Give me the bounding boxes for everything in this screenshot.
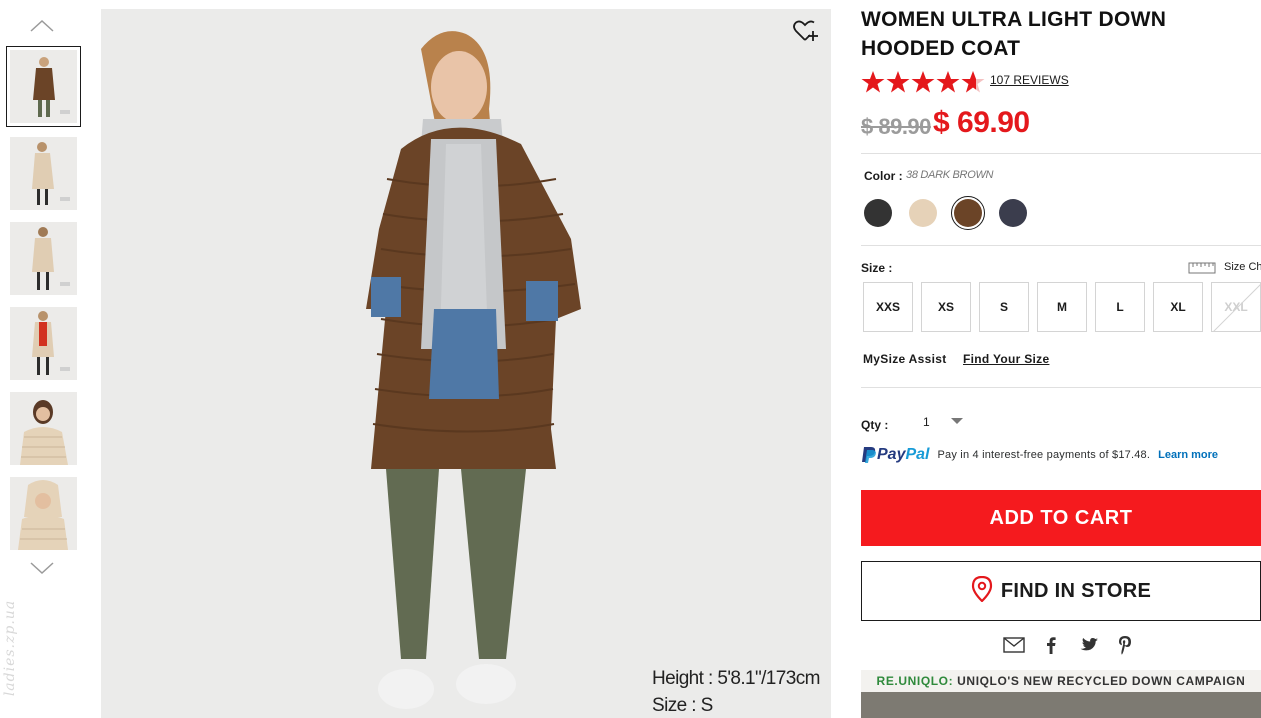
chevron-down-icon[interactable] bbox=[27, 558, 57, 578]
thumbnail-gallery: ladies.zp.ua bbox=[0, 0, 90, 718]
half-star-icon bbox=[961, 71, 985, 93]
find-in-store-button[interactable]: FIND IN STORE bbox=[861, 561, 1261, 621]
campaign-brand: RE.UNIQLO: bbox=[876, 674, 954, 688]
size-option-s[interactable]: S bbox=[979, 282, 1029, 332]
model-height: Height : 5'8.1"/173cm bbox=[652, 668, 820, 689]
find-in-store-label: FIND IN STORE bbox=[1000, 579, 1152, 602]
color-swatch-dark-brown[interactable] bbox=[951, 196, 985, 230]
watermark-text: ladies.zp.ua bbox=[2, 599, 19, 697]
divider bbox=[861, 153, 1261, 154]
size-chart-label: Size Chart bbox=[1224, 261, 1261, 273]
size-option-xxl[interactable]: XXL bbox=[1211, 282, 1261, 332]
campaign-title: RE.UNIQLO: UNIQLO'S NEW RECYCLED DOWN CA… bbox=[861, 674, 1261, 688]
product-details-panel: WOMEN ULTRA LIGHT DOWN HOODED COAT 107 R… bbox=[861, 0, 1261, 718]
reviews-link[interactable]: 107 REVIEWS bbox=[990, 73, 1069, 87]
ruler-icon bbox=[1188, 262, 1216, 274]
thumbnail-2[interactable] bbox=[10, 137, 77, 210]
star-icon bbox=[886, 71, 910, 93]
paypal-logo-pal: Pal bbox=[905, 446, 930, 463]
paypal-text: Pay in 4 interest-free payments of $17.4… bbox=[937, 449, 1151, 461]
qty-label: Qty : bbox=[861, 418, 889, 432]
paypal-learn-more-link[interactable]: Learn more bbox=[1158, 449, 1218, 461]
color-label: Color : bbox=[864, 169, 903, 183]
thumbnail-1[interactable] bbox=[6, 46, 81, 127]
facebook-icon[interactable] bbox=[1039, 634, 1063, 656]
campaign-image bbox=[861, 692, 1261, 718]
thumbnail-5[interactable] bbox=[10, 392, 77, 465]
paypal-icon bbox=[862, 447, 876, 463]
chevron-down-icon bbox=[951, 418, 963, 424]
color-swatch-beige[interactable] bbox=[909, 199, 937, 227]
chevron-up-icon[interactable] bbox=[27, 16, 57, 36]
star-icon bbox=[911, 71, 935, 93]
size-option-xxs[interactable]: XXS bbox=[863, 282, 913, 332]
size-option-xs[interactable]: XS bbox=[921, 282, 971, 332]
find-your-size-link[interactable]: Find Your Size bbox=[963, 352, 1049, 366]
location-pin-icon bbox=[971, 576, 992, 602]
paypal-installments: Pay Pal Pay in 4 interest-free payments o… bbox=[861, 446, 1218, 464]
mysize-assist-label: MySize Assist bbox=[863, 352, 947, 366]
rating-stars bbox=[861, 70, 985, 94]
thumbnail-6[interactable] bbox=[10, 477, 77, 550]
sale-price: $ 69.90 bbox=[933, 106, 1030, 139]
main-product-image[interactable]: Height : 5'8.1"/173cm Size : S bbox=[101, 9, 831, 718]
wishlist-heart-icon[interactable] bbox=[791, 17, 819, 45]
qty-value: 1 bbox=[923, 415, 930, 429]
color-swatch-navy[interactable] bbox=[999, 199, 1027, 227]
color-swatch-black[interactable] bbox=[864, 199, 892, 227]
model-info: Height : 5'8.1"/173cm Size : S bbox=[652, 665, 820, 718]
unavailable-slash-icon bbox=[1213, 284, 1260, 331]
pinterest-icon[interactable] bbox=[1113, 634, 1137, 656]
paypal-logo: Pay Pal bbox=[861, 446, 929, 464]
product-photo bbox=[101, 9, 831, 718]
thumbnail-3[interactable] bbox=[10, 222, 77, 295]
size-option-xl[interactable]: XL bbox=[1153, 282, 1203, 332]
twitter-icon[interactable] bbox=[1077, 634, 1101, 656]
campaign-text: UNIQLO'S NEW RECYCLED DOWN CAMPAIGN bbox=[957, 674, 1246, 688]
divider bbox=[861, 387, 1261, 388]
color-selected-name: 38 DARK BROWN bbox=[906, 169, 994, 181]
paypal-logo-pay: Pay bbox=[877, 446, 906, 463]
size-label: Size : bbox=[861, 261, 893, 275]
size-chart-link[interactable]: Size Chart bbox=[1188, 260, 1261, 274]
thumbnail-4[interactable] bbox=[10, 307, 77, 380]
size-option-l[interactable]: L bbox=[1095, 282, 1145, 332]
star-icon bbox=[861, 71, 885, 93]
product-title: WOMEN ULTRA LIGHT DOWN HOODED COAT bbox=[861, 8, 1167, 60]
campaign-banner[interactable]: RE.UNIQLO: UNIQLO'S NEW RECYCLED DOWN CA… bbox=[861, 670, 1261, 718]
watermark: ladies.zp.ua bbox=[2, 590, 28, 710]
star-icon bbox=[936, 71, 960, 93]
qty-select[interactable]: 1 bbox=[917, 410, 977, 434]
size-option-m[interactable]: M bbox=[1037, 282, 1087, 332]
divider bbox=[861, 245, 1261, 246]
original-price: $ 89.90 bbox=[861, 114, 931, 139]
mail-icon[interactable] bbox=[1002, 634, 1026, 656]
add-to-cart-button[interactable]: ADD TO CART bbox=[861, 490, 1261, 546]
model-size: Size : S bbox=[652, 695, 713, 716]
